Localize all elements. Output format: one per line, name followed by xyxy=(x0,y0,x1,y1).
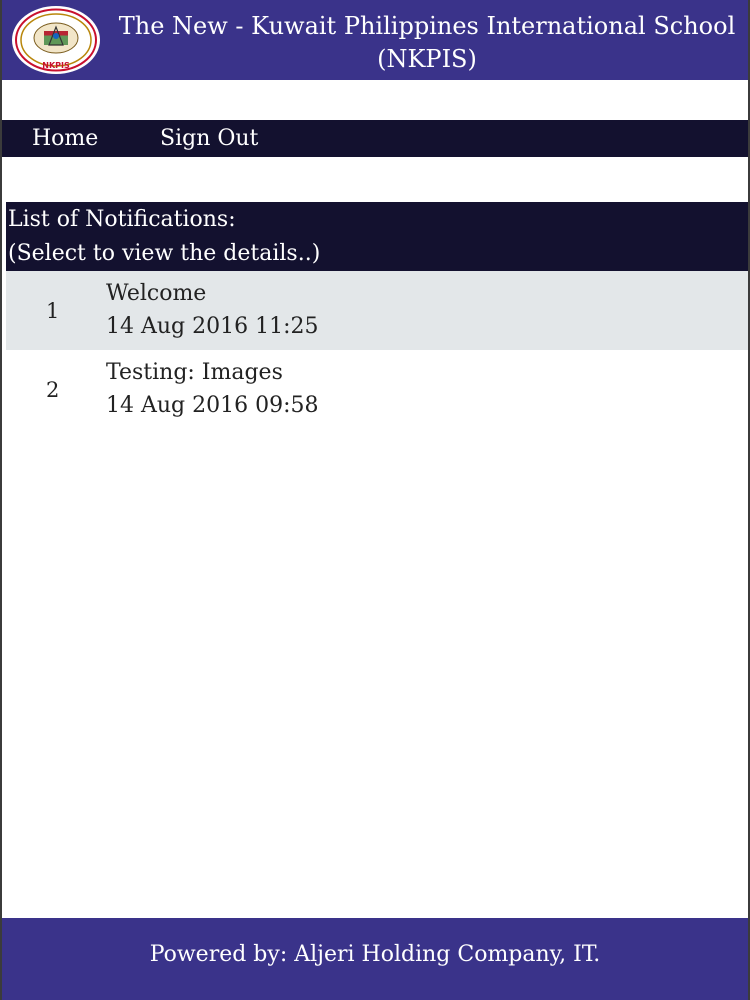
nav-bar: Home Sign Out xyxy=(2,120,748,157)
nav-home-link[interactable]: Home xyxy=(32,120,98,157)
school-logo-icon: NKPIS xyxy=(12,6,100,74)
notification-title: Welcome xyxy=(106,281,207,306)
notification-date: 14 Aug 2016 11:25 xyxy=(106,314,319,339)
notification-row[interactable]: 2 Testing: Images 14 Aug 2016 09:58 xyxy=(6,350,748,429)
app-header: NKPIS The New - Kuwait Philippines Inter… xyxy=(2,0,748,80)
page-title: The New - Kuwait Philippines Internation… xyxy=(112,10,742,76)
notifications-list-header: List of Notifications: (Select to view t… xyxy=(6,202,748,271)
notifications-heading: List of Notifications: xyxy=(8,207,236,232)
nav-sign-out-link[interactable]: Sign Out xyxy=(160,120,258,157)
app-footer: Powered by: Aljeri Holding Company, IT. xyxy=(2,918,748,1000)
title-line-1: The New - Kuwait Philippines Internation… xyxy=(118,12,736,40)
title-line-2: (NKPIS) xyxy=(377,45,477,73)
notification-index: 2 xyxy=(46,378,60,402)
notification-index: 1 xyxy=(46,299,60,323)
app-page: NKPIS The New - Kuwait Philippines Inter… xyxy=(0,0,750,1000)
notification-date: 14 Aug 2016 09:58 xyxy=(106,393,319,418)
notification-row[interactable]: 1 Welcome 14 Aug 2016 11:25 xyxy=(6,271,748,350)
logo-text: NKPIS xyxy=(42,61,70,70)
notifications-hint: (Select to view the details..) xyxy=(8,241,321,266)
notification-title: Testing: Images xyxy=(106,360,283,385)
footer-credit: Powered by: Aljeri Holding Company, IT. xyxy=(149,942,601,967)
